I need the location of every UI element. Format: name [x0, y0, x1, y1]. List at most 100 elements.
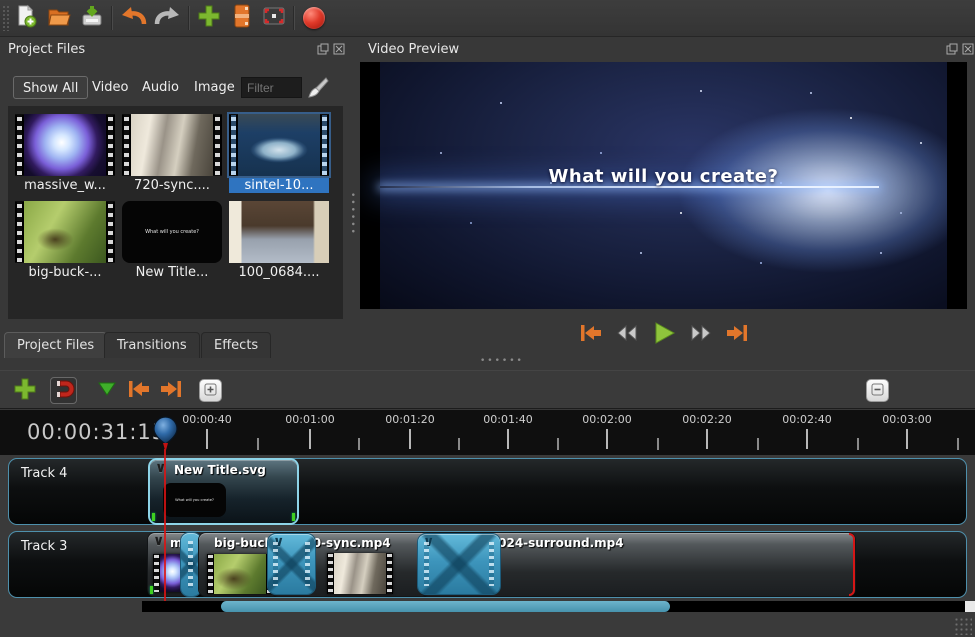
- film-strip: [229, 114, 238, 176]
- new-project-button[interactable]: [12, 4, 40, 32]
- ruler-tick: [606, 429, 608, 449]
- transition-holes: [424, 542, 429, 586]
- file-label: big-buck-...: [15, 265, 115, 280]
- film-strip: [327, 553, 334, 594]
- video-preview-canvas[interactable]: What will you create?: [360, 62, 967, 309]
- transition-clip[interactable]: ∨: [418, 534, 500, 594]
- ruler-minor-tick: [657, 438, 659, 450]
- clip-trim-edge[interactable]: [849, 533, 855, 596]
- fullscreen-button[interactable]: [260, 4, 288, 32]
- ruler-tick-label: 00:00:40: [182, 413, 231, 426]
- film-strip: [15, 114, 24, 176]
- redo-icon: [154, 4, 180, 32]
- project-files-dock-title: Project Files: [8, 42, 85, 57]
- export-video-icon: [303, 7, 325, 29]
- float-dock-icon[interactable]: [946, 43, 958, 55]
- choose-profile-button[interactable]: [228, 4, 256, 32]
- filter-audio-button[interactable]: Audio: [142, 76, 179, 99]
- file-thumbnail: [24, 114, 106, 176]
- open-project-button[interactable]: [45, 4, 73, 32]
- float-dock-icon[interactable]: [317, 43, 329, 55]
- close-dock-icon[interactable]: [333, 43, 345, 55]
- track-4-row[interactable]: Track 4 ∨ New Title.svg What will you cr…: [8, 458, 967, 525]
- clip-new-title[interactable]: ∨ New Title.svg What will you create?: [150, 460, 297, 523]
- filter-show-all-button[interactable]: Show All: [13, 76, 88, 99]
- file-item-massive[interactable]: massive_w...: [15, 114, 115, 193]
- transition-clip[interactable]: ∨: [268, 534, 315, 594]
- timeline-ruler[interactable]: 00:00:31:15 00:00:40 00:01:00 00:01:20 0…: [0, 410, 975, 455]
- import-files-icon: [197, 4, 221, 32]
- play-button[interactable]: [652, 321, 676, 345]
- playhead-marker[interactable]: [152, 416, 179, 457]
- clip-label: New Title.svg: [174, 463, 266, 477]
- rewind-button[interactable]: [616, 324, 638, 342]
- previous-marker-button[interactable]: [125, 377, 152, 404]
- add-track-button[interactable]: [11, 377, 38, 404]
- track-3-row[interactable]: Track 3 ∨ m... big-buck- 720-sync.mp4: [8, 531, 967, 598]
- ruler-minor-tick: [857, 438, 859, 450]
- ruler-tick: [906, 429, 908, 449]
- file-item-new-title[interactable]: What will you create? New Title...: [122, 201, 222, 280]
- redo-button[interactable]: [153, 4, 181, 32]
- transition-clip[interactable]: [181, 533, 201, 596]
- add-marker-button[interactable]: [93, 377, 120, 404]
- undo-button[interactable]: [120, 4, 148, 32]
- ruler-minor-tick: [757, 438, 759, 450]
- file-item-sintel[interactable]: sintel-10...: [229, 114, 329, 193]
- zoom-out-icon: [871, 381, 884, 400]
- close-dock-icon[interactable]: [962, 43, 974, 55]
- import-files-button[interactable]: [195, 4, 223, 32]
- choose-profile-icon: [232, 4, 252, 32]
- save-project-icon: [80, 4, 104, 32]
- add-track-icon: [13, 377, 37, 405]
- ruler-tick: [706, 429, 708, 449]
- timeline-scrollbar-corner: [965, 601, 975, 612]
- save-project-button[interactable]: [78, 4, 106, 32]
- zoom-out-button[interactable]: [866, 379, 889, 402]
- clear-filter-brush-icon[interactable]: [306, 76, 330, 104]
- ruler-minor-tick: [557, 438, 559, 450]
- filter-input[interactable]: [241, 77, 302, 98]
- toolbar-drag-handle[interactable]: [2, 5, 10, 31]
- export-video-button[interactable]: [300, 4, 328, 32]
- file-label: massive_w...: [15, 178, 115, 193]
- transition-holes: [188, 541, 193, 588]
- clip-menu-chevron-icon[interactable]: ∨: [153, 533, 164, 549]
- track-name: Track 3: [21, 539, 67, 554]
- file-item-big-buck[interactable]: big-buck-...: [15, 201, 115, 280]
- clip-thumbnail: [214, 554, 266, 594]
- film-strip: [153, 554, 160, 592]
- zoom-in-button[interactable]: [199, 379, 222, 402]
- clip-big-buck[interactable]: big-buck-: [199, 533, 279, 596]
- playhead-line[interactable]: [164, 455, 166, 601]
- playback-controls: [360, 313, 967, 353]
- timeline-scrollbar-thumb[interactable]: [221, 601, 670, 612]
- next-marker-button[interactable]: [157, 377, 184, 404]
- dock-splitter-handle[interactable]: ••••••: [347, 192, 357, 236]
- film-strip: [320, 114, 329, 176]
- window-resize-grip[interactable]: [954, 617, 972, 635]
- tab-effects[interactable]: Effects: [201, 332, 271, 358]
- jump-to-end-button[interactable]: [726, 323, 748, 343]
- ruler-tick-label: 00:02:00: [582, 413, 631, 426]
- toolbar-separator: [293, 6, 294, 30]
- snapping-toggle-button[interactable]: [50, 377, 77, 404]
- ruler-tick-label: 00:01:40: [483, 413, 532, 426]
- tab-transitions[interactable]: Transitions: [104, 332, 200, 358]
- fast-forward-button[interactable]: [690, 324, 712, 342]
- tab-project-files[interactable]: Project Files: [4, 332, 107, 358]
- ruler-tick-label: 00:01:00: [285, 413, 334, 426]
- filter-image-button[interactable]: Image: [194, 76, 235, 99]
- filter-video-button[interactable]: Video: [92, 76, 128, 99]
- file-item-720-sync[interactable]: 720-sync....: [122, 114, 222, 193]
- preview-splitter-handle[interactable]: ••••••: [480, 356, 524, 366]
- file-label: 100_0684....: [229, 265, 329, 280]
- effect-indicator: [152, 513, 155, 521]
- new-project-icon: [14, 4, 38, 32]
- file-item-100-0684[interactable]: 100_0684....: [229, 201, 329, 280]
- ruler-minor-tick: [458, 438, 460, 450]
- file-thumbnail: [24, 201, 106, 263]
- jump-to-start-button[interactable]: [580, 323, 602, 343]
- current-time-display: 00:00:31:15: [27, 420, 166, 444]
- film-strip: [207, 554, 214, 594]
